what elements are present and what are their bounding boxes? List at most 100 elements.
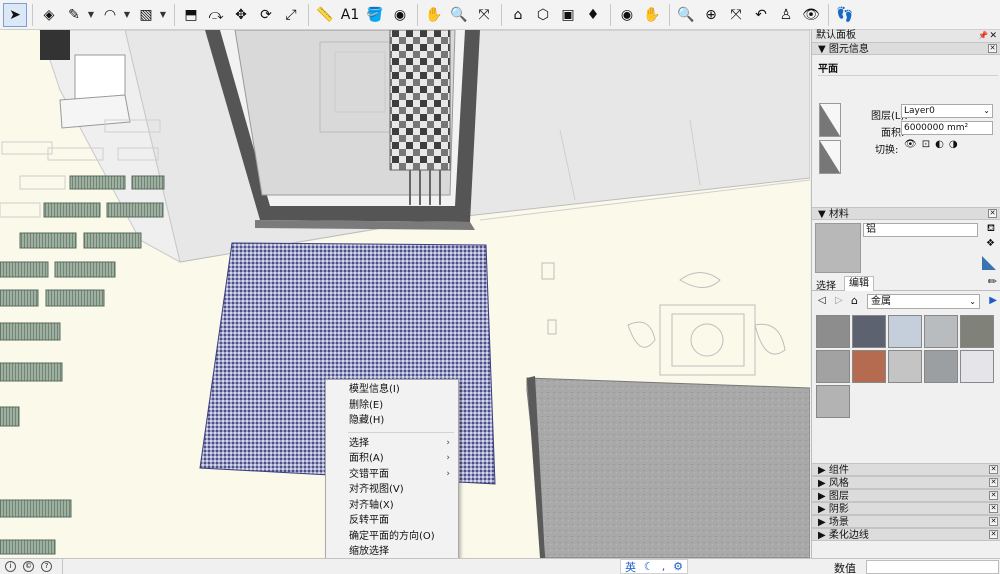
close-icon[interactable]: ✕ (989, 30, 997, 42)
push-pull-tool-icon[interactable]: ⬒ (179, 3, 203, 27)
help-icon[interactable]: ? (41, 561, 52, 572)
pin-icon[interactable]: 📌 (978, 30, 988, 42)
context-menu-item[interactable]: 隐藏(H) (326, 413, 458, 429)
text-tool-icon[interactable]: A1 (338, 3, 362, 27)
position-camera-tool-icon[interactable]: ♙ (774, 3, 798, 27)
material-swatch[interactable] (888, 350, 922, 383)
material-swatch[interactable] (852, 350, 886, 383)
visible-eye-icon[interactable]: 👁 (904, 139, 917, 150)
lock-icon[interactable]: ⊡ (922, 139, 930, 150)
collapsed-tray-header[interactable]: ▶ 图层 ✕ (812, 489, 1000, 502)
material-swatch[interactable] (852, 315, 886, 348)
context-menu-item[interactable]: 选择 › (326, 436, 458, 452)
dropdown-arrow-icon[interactable]: ▼ (159, 3, 167, 27)
ruby-tool-icon[interactable]: ♦ (581, 3, 605, 27)
warehouse-tool-icon[interactable]: ⌂ (506, 3, 530, 27)
paint-bucket-tool-icon[interactable]: 🪣 (363, 3, 387, 27)
close-section-icon[interactable]: ✕ (989, 530, 998, 539)
pencil-icon[interactable]: ✏ (988, 275, 997, 288)
move-tool-icon[interactable]: ✥ (229, 3, 253, 27)
select-tool-icon[interactable]: ➤ (3, 2, 27, 27)
tab-select[interactable]: 选择 (816, 277, 836, 292)
arc-tool-icon[interactable]: ◠ (98, 3, 122, 27)
zoom-extents-tool-2-icon[interactable]: ⤧ (724, 3, 748, 27)
library-select[interactable]: 金属 ⌄ (867, 294, 980, 309)
material-swatch[interactable] (816, 315, 850, 348)
material-swatch[interactable] (888, 315, 922, 348)
close-section-icon[interactable]: ✕ (989, 491, 998, 500)
zoom-tool-2-icon[interactable]: 🔍 (674, 3, 698, 27)
measurements-input[interactable] (866, 560, 999, 574)
pan-tool-icon[interactable]: ✋ (422, 3, 446, 27)
close-section-icon[interactable]: ✕ (989, 504, 998, 513)
collapsed-tray-header[interactable]: ▶ 组件 ✕ (812, 463, 1000, 476)
zoom-window-tool-icon[interactable]: ⊕ (699, 3, 723, 27)
material-swatch[interactable] (960, 315, 994, 348)
collapsed-tray-header[interactable]: ▶ 柔化边线 ✕ (812, 528, 1000, 541)
orbit-tool-2-icon[interactable]: ◉ (615, 3, 639, 27)
create-material-icon[interactable]: ❖ (986, 238, 995, 249)
context-menu-item[interactable]: 删除(E) (326, 398, 458, 414)
context-menu-item[interactable]: 对齐视图(V) (326, 482, 458, 498)
model-viewport[interactable]: 模型信息(I) 删除(E) 隐藏(H) 选择 › 面积(A) › 交错平面 › 对齐视图(V) 对齐… (0, 30, 810, 558)
material-name-input[interactable]: 铝 (863, 223, 978, 237)
rectangle-tool-icon[interactable]: ▧ (134, 3, 158, 27)
zoom-extents-tool-icon[interactable]: ⤧ (472, 3, 496, 27)
context-menu-item[interactable]: 面积(A) › (326, 451, 458, 467)
context-menu-item[interactable]: 缩放选择 (326, 544, 458, 558)
cast-shadow-icon[interactable]: ◐ (935, 139, 944, 150)
share-model-tool-icon[interactable]: ⬡ (531, 3, 555, 27)
forward-arrow-icon[interactable]: ▷ (835, 295, 843, 306)
tape-measure-tool-icon[interactable]: 📏 (313, 3, 337, 27)
look-around-tool-icon[interactable]: 👁 (799, 3, 823, 27)
walk-tool-icon[interactable]: 👣 (833, 3, 857, 27)
material-swatch[interactable] (816, 350, 850, 383)
zoom-tool-icon[interactable]: 🔍 (447, 3, 471, 27)
current-material-preview (815, 223, 861, 273)
collapsed-tray-header[interactable]: ▶ 风格 ✕ (812, 476, 1000, 489)
close-section-icon[interactable]: ✕ (988, 44, 997, 53)
context-menu-item[interactable]: 反转平面 (326, 513, 458, 529)
context-menu-item[interactable]: 模型信息(I) (326, 382, 458, 398)
scale-tool-icon[interactable]: ⤢ (279, 3, 303, 27)
materials-header[interactable]: ▼ 材料 ✕ (812, 207, 1000, 220)
back-arrow-icon[interactable]: ◁ (818, 295, 826, 306)
eraser-tool-icon[interactable]: ◈ (37, 3, 61, 27)
sample-paint-icon[interactable]: ⛾ (987, 223, 995, 236)
close-section-icon[interactable]: ✕ (988, 209, 997, 218)
back-material-swatch[interactable] (819, 140, 841, 174)
credits-icon[interactable]: © (23, 561, 34, 572)
context-menu-item[interactable]: 确定平面的方向(O) (326, 529, 458, 545)
follow-me-tool-icon[interactable]: ⤼ (204, 3, 228, 27)
context-menu-item[interactable]: 对齐轴(X) (326, 498, 458, 514)
previous-view-tool-icon[interactable]: ↶ (749, 3, 773, 27)
close-section-icon[interactable]: ✕ (989, 517, 998, 526)
pan-tool-2-icon[interactable]: ✋ (640, 3, 664, 27)
tray-label: 场景 (828, 517, 849, 528)
material-swatch[interactable] (924, 315, 958, 348)
geo-location-icon[interactable]: i (5, 561, 16, 572)
tab-edit[interactable]: 编辑 (844, 276, 874, 291)
extension-warehouse-tool-icon[interactable]: ▣ (556, 3, 580, 27)
close-section-icon[interactable]: ✕ (989, 478, 998, 487)
close-section-icon[interactable]: ✕ (989, 465, 998, 474)
material-swatch[interactable] (924, 350, 958, 383)
ime-indicator[interactable]: 英 ☾ , ⚙ (620, 559, 688, 574)
front-material-swatch[interactable] (819, 103, 841, 137)
orbit-tool-icon[interactable]: ◉ (388, 3, 412, 27)
layer-select[interactable]: Layer0 ⌄ (901, 104, 993, 118)
collapsed-tray-header[interactable]: ▶ 场景 ✕ (812, 515, 1000, 528)
receive-shadow-icon[interactable]: ◑ (949, 139, 958, 150)
default-material-icon[interactable] (982, 256, 996, 270)
material-swatch[interactable] (960, 350, 994, 383)
pencil-tool-icon[interactable]: ✎ (62, 3, 86, 27)
dropdown-arrow-icon[interactable]: ▼ (87, 3, 95, 27)
entity-info-header[interactable]: ▼ 图元信息 ✕ (812, 42, 1000, 55)
home-icon[interactable]: ⌂ (851, 294, 858, 307)
dropdown-arrow-icon[interactable]: ▼ (123, 3, 131, 27)
collapsed-tray-header[interactable]: ▶ 阴影 ✕ (812, 502, 1000, 515)
details-arrow-icon[interactable]: ▶ (989, 295, 997, 306)
material-swatch[interactable] (816, 385, 850, 418)
rotate-tool-icon[interactable]: ⟳ (254, 3, 278, 27)
context-menu-item[interactable]: 交错平面 › (326, 467, 458, 483)
